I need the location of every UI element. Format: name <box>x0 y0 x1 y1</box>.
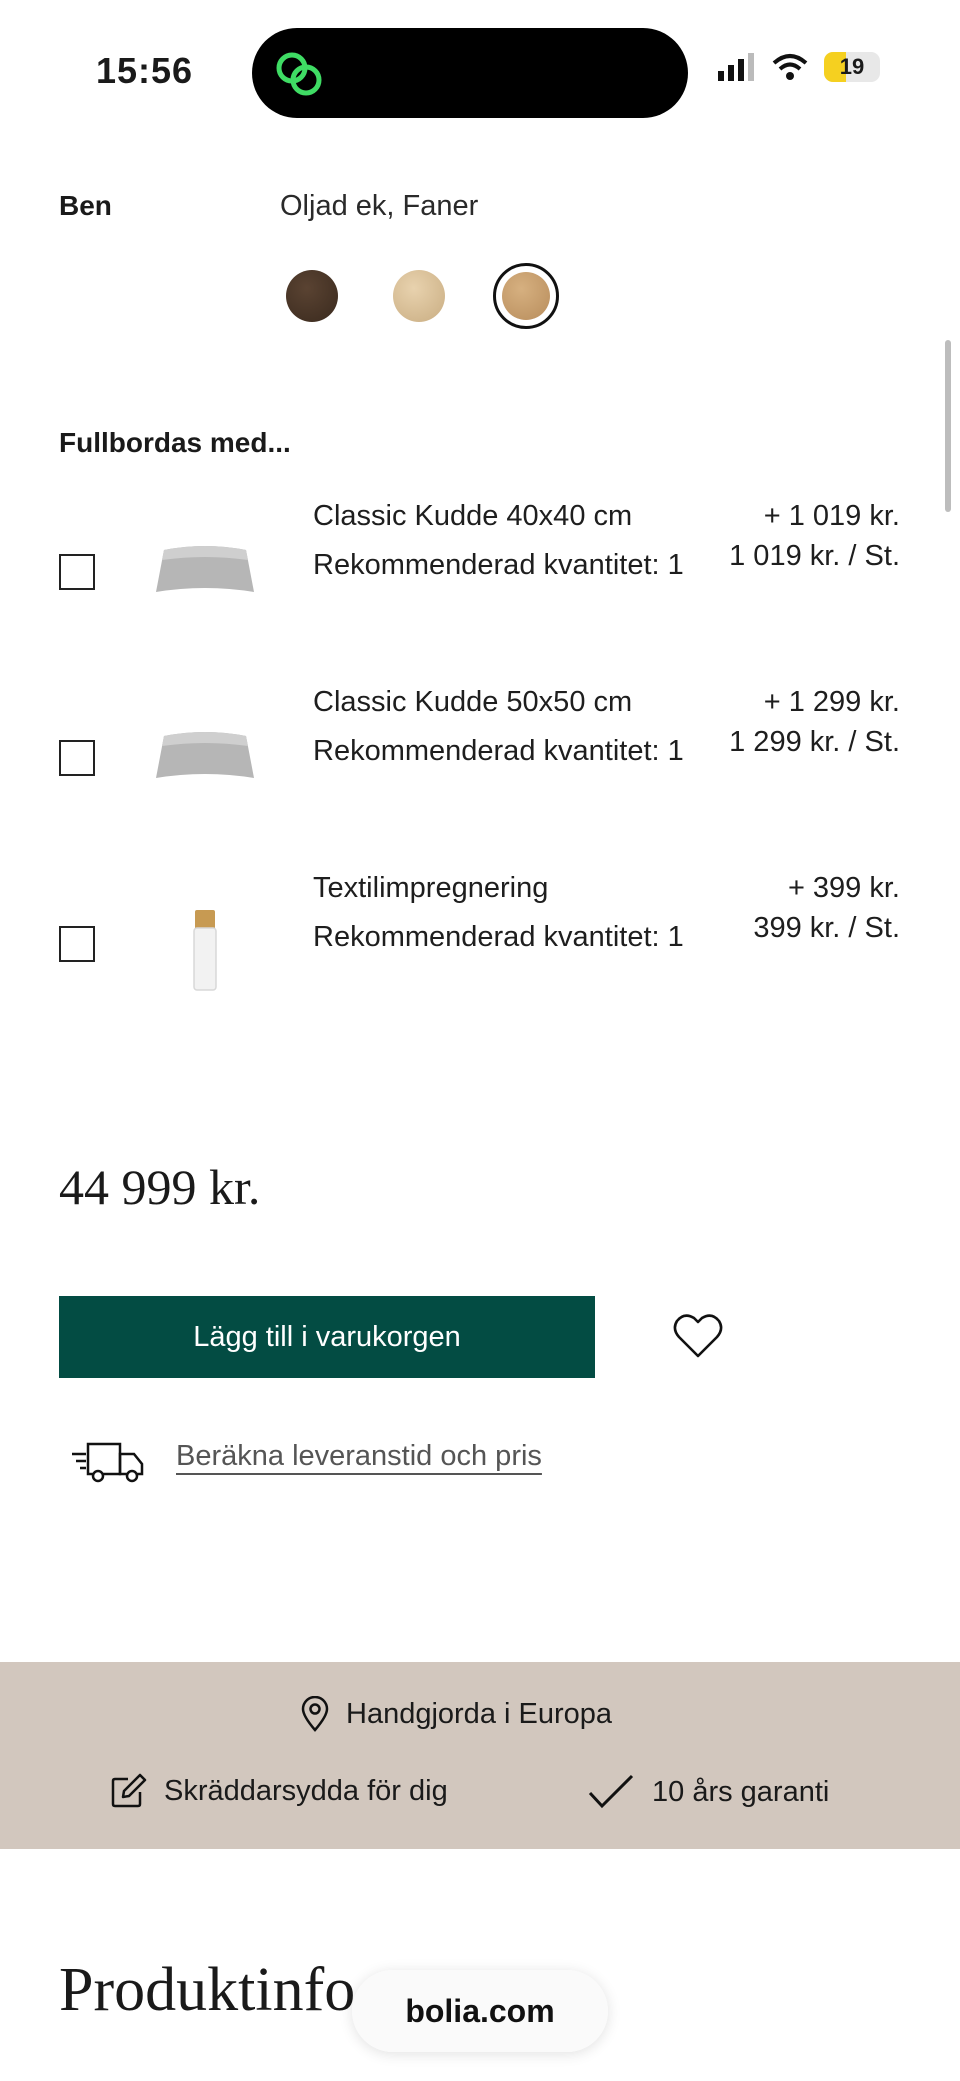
browser-url: bolia.com <box>405 1992 555 2029</box>
delivery-estimate-link[interactable]: Beräkna leveranstid och pris <box>176 1440 542 1473</box>
addon-name: Classic Kudde 40x40 cm <box>313 500 633 532</box>
edit-icon <box>111 1773 147 1808</box>
pillow-image <box>156 732 254 778</box>
benefit-label: 10 års garanti <box>652 1775 830 1808</box>
addon-row: Textilimpregnering Rekommenderad kvantit… <box>0 872 960 1032</box>
addon-name: Textilimpregnering <box>313 872 549 904</box>
addon-name: Classic Kudde 50x50 cm <box>313 686 633 718</box>
product-info-heading: Produktinfo <box>59 1956 356 2024</box>
signal-icon <box>718 53 754 81</box>
swatch-oiled-oak[interactable] <box>502 272 550 320</box>
addon-price: + 1 299 kr. <box>763 686 900 718</box>
swatch-dark-oak[interactable] <box>286 270 338 322</box>
addon-price: + 1 019 kr. <box>763 500 900 532</box>
checkmark-icon <box>588 1774 634 1809</box>
app-link-icon <box>276 52 322 96</box>
addon-row: Classic Kudde 40x40 cm Rekommenderad kva… <box>0 500 960 660</box>
wifi-icon <box>772 54 808 80</box>
benefit-tailored: Skräddarsydda för dig <box>110 1773 448 1809</box>
spray-bottle-image <box>193 910 217 991</box>
addon-unit-price: 399 kr. / St. <box>753 912 900 944</box>
location-pin-icon <box>301 1696 329 1732</box>
addon-checkbox[interactable] <box>59 926 95 962</box>
product-price: 44 999 kr. <box>59 1159 261 1215</box>
battery-level: 19 <box>839 54 865 79</box>
addons-title: Fullbordas med... <box>59 427 291 458</box>
addon-recommended: Rekommenderad kvantitet: 1 <box>313 735 684 767</box>
addon-recommended: Rekommenderad kvantitet: 1 <box>313 549 684 581</box>
addon-checkbox[interactable] <box>59 740 95 776</box>
addon-unit-price: 1 299 kr. / St. <box>729 726 900 758</box>
addon-unit-price: 1 019 kr. / St. <box>729 540 900 572</box>
addon-price: + 399 kr. <box>787 872 900 904</box>
legs-value: Oljad ek, Faner <box>280 190 479 222</box>
heart-icon[interactable] <box>672 1312 724 1360</box>
status-indicators: 19 <box>716 52 880 82</box>
browser-url-bar[interactable]: bolia.com <box>352 1970 608 2052</box>
add-to-cart-button[interactable]: Lägg till i varukorgen <box>59 1296 595 1378</box>
addon-checkbox[interactable] <box>59 554 95 590</box>
legs-label: Ben <box>59 190 112 221</box>
battery-icon: 19 <box>824 52 880 82</box>
addon-recommended: Rekommenderad kvantitet: 1 <box>313 921 684 953</box>
status-time: 15:56 <box>96 50 194 91</box>
scrollbar[interactable] <box>945 340 951 512</box>
truck-icon <box>72 1442 144 1483</box>
benefits-band <box>0 1662 960 1849</box>
pillow-image <box>156 546 254 592</box>
benefit-warranty: 10 års garanti <box>586 1773 829 1811</box>
benefit-label: Handgjorda i Europa <box>346 1697 613 1730</box>
addon-row: Classic Kudde 50x50 cm Rekommenderad kva… <box>0 686 960 846</box>
benefit-label: Skräddarsydda för dig <box>164 1774 448 1807</box>
benefit-handmade: Handgjorda i Europa <box>300 1696 612 1732</box>
swatch-light-oak[interactable] <box>393 270 445 322</box>
